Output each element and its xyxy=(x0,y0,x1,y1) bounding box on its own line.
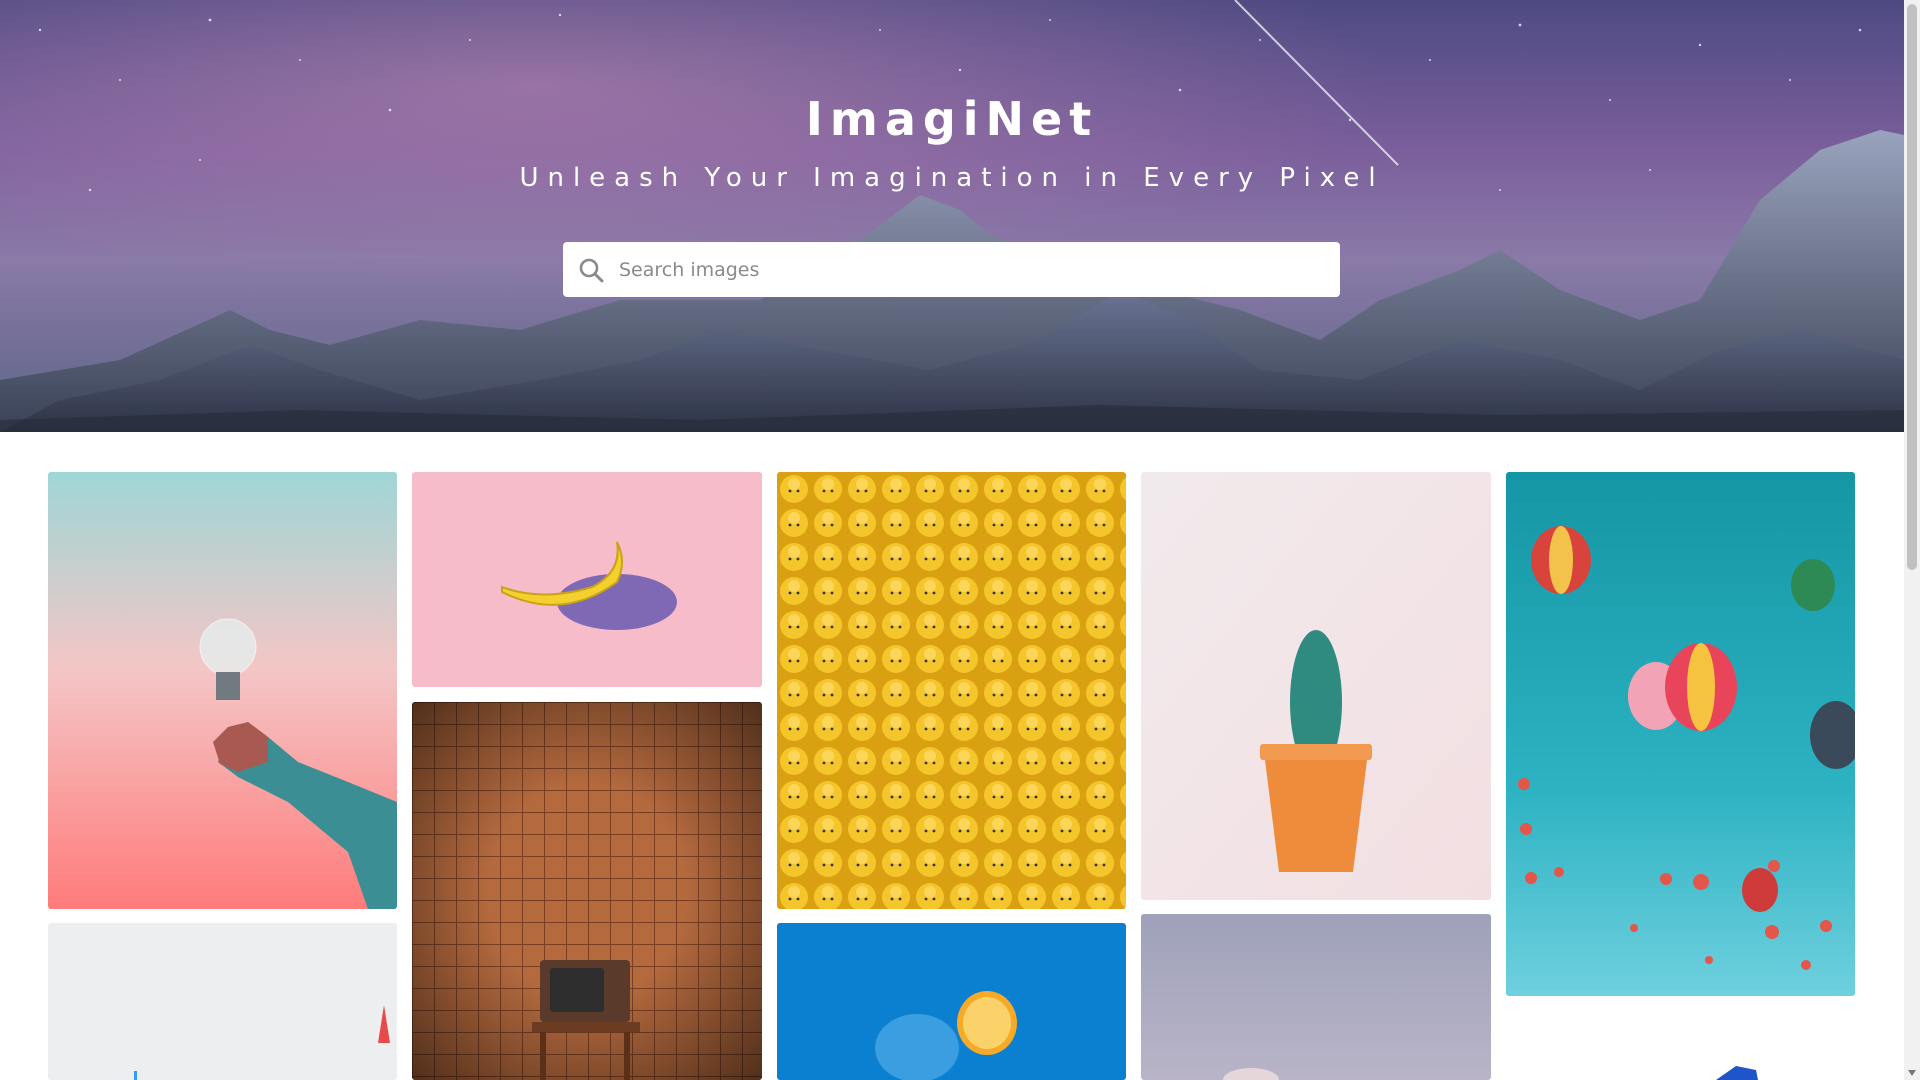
blue-object-image xyxy=(1506,1010,1855,1080)
gallery-image-lightbulb[interactable] xyxy=(48,472,397,909)
search-input[interactable] xyxy=(619,249,1319,290)
gallery-image-blue-object[interactable] xyxy=(1506,1010,1855,1080)
site-title: ImagiNet xyxy=(805,92,1099,146)
pencils-image xyxy=(48,923,397,1080)
gallery-image-banana[interactable] xyxy=(412,472,762,687)
gallery-image-pencils[interactable] xyxy=(48,923,397,1080)
mountain-night-sky-image xyxy=(0,0,1904,432)
gallery-image-cactus[interactable] xyxy=(1141,472,1491,900)
gallery-image-lego-heads[interactable] xyxy=(777,472,1126,909)
cactus-pot-image xyxy=(1141,472,1491,900)
search-icon[interactable] xyxy=(563,242,619,297)
lego-heads-image xyxy=(777,472,1126,909)
site-tagline: Unleash Your Imagination in Every Pixel xyxy=(519,163,1385,193)
soft-purple-image xyxy=(1141,914,1491,1080)
scrollbar-thumb[interactable] xyxy=(1907,4,1917,570)
banana-image xyxy=(412,472,762,687)
hero-banner: ImagiNet Unleash Your Imagination in Eve… xyxy=(0,0,1904,432)
gallery-image-retro-tv[interactable] xyxy=(412,702,762,1080)
gallery-image-balloons[interactable] xyxy=(1506,472,1855,996)
page: ImagiNet Unleash Your Imagination in Eve… xyxy=(0,0,1920,1080)
scroll-down-arrow-icon[interactable] xyxy=(1908,1070,1916,1076)
lightbulb-in-hand-image xyxy=(48,472,397,909)
gallery-image-blue-orange[interactable] xyxy=(777,923,1126,1080)
retro-tv-image xyxy=(412,702,762,1080)
gallery-image-soft-purple[interactable] xyxy=(1141,914,1491,1080)
hot-air-balloons-image xyxy=(1506,472,1855,996)
blue-orange-image xyxy=(777,923,1126,1080)
page-scrollbar[interactable] xyxy=(1904,0,1920,1080)
search-bar[interactable] xyxy=(563,242,1340,297)
